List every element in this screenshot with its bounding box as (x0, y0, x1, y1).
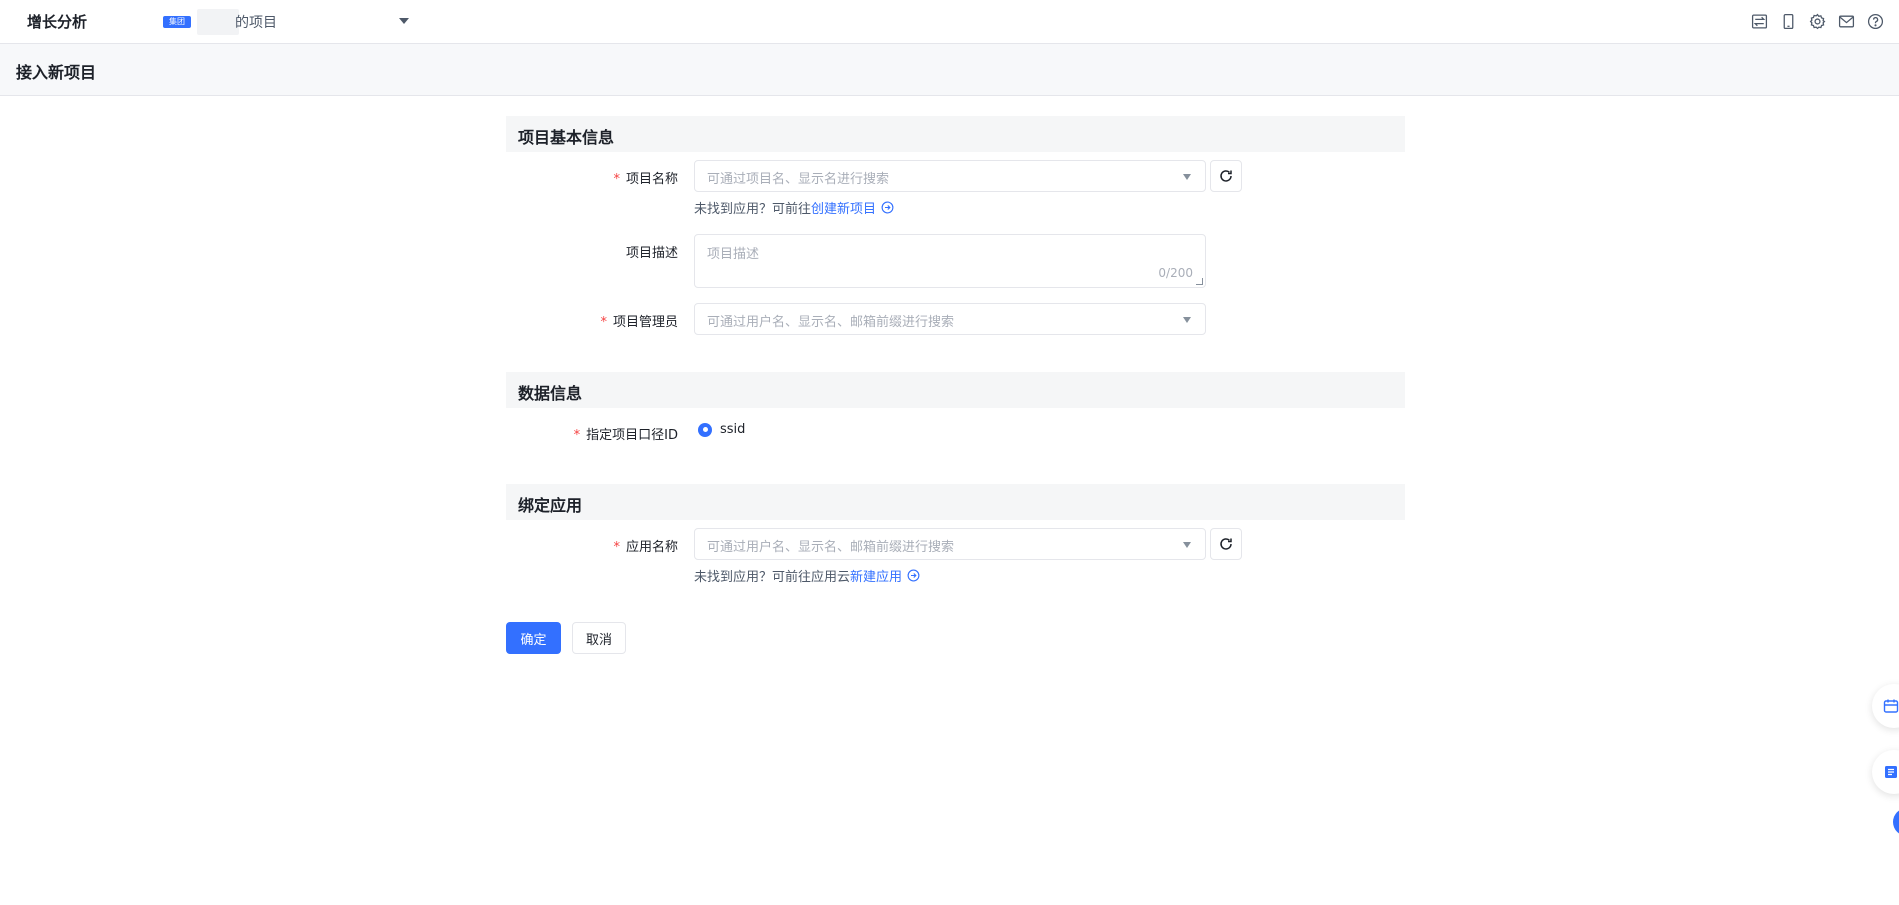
arrow-right-circle-icon[interactable] (881, 201, 894, 214)
project-badge: 集团 (163, 16, 191, 28)
project-desc-label: 项目描述 (625, 246, 678, 261)
gear-icon[interactable] (1808, 12, 1827, 31)
project-admin-label: * 项目管理员 (498, 311, 678, 330)
radio-dot (702, 427, 708, 432)
document-icon (1885, 766, 1897, 778)
resize-handle[interactable] (1196, 278, 1203, 285)
hint-text: 未找到应用？可前往 (694, 202, 812, 217)
mail-icon[interactable] (1837, 12, 1856, 31)
required-mark: * (613, 172, 620, 187)
page-title: 接入新项目 (16, 63, 97, 82)
arrow-right-circle-icon[interactable] (907, 569, 920, 582)
mobile-icon[interactable] (1779, 12, 1798, 31)
app-name-hint: 未找到应用？可前往应用云 新建应用 (694, 566, 920, 585)
id-scope-label: * 指定项目口径ID (498, 424, 678, 443)
floating-assistant-tab[interactable] (1893, 808, 1899, 836)
brand-title: 增长分析 (27, 13, 88, 31)
project-desc-wrapper: 0/200 (694, 234, 1206, 288)
section-title: 数据信息 (518, 384, 583, 403)
required-mark: * (600, 315, 607, 330)
top-toolbar (1750, 12, 1885, 31)
required-mark: * (613, 540, 620, 555)
project-name-select[interactable]: 可通过项目名、显示名进行搜索 (694, 160, 1206, 192)
project-admin-select[interactable]: 可通过用户名、显示名、邮箱前缀进行搜索 (694, 303, 1206, 335)
app-name-label: * 应用名称 (498, 536, 678, 555)
radio-label: ssid (720, 422, 746, 437)
radio-checked[interactable] (698, 422, 712, 437)
page-header: 接入新项目 (0, 44, 1899, 96)
project-switcher[interactable]: 集团 的项目 (163, 9, 409, 35)
label-text: 项目名称 (625, 172, 678, 187)
refresh-icon (1220, 538, 1232, 550)
redacted-block (197, 9, 239, 35)
switch-icon[interactable] (1750, 12, 1769, 31)
floating-document-button[interactable] (1872, 750, 1899, 794)
label-text: 应用名称 (625, 540, 678, 555)
help-icon[interactable] (1866, 12, 1885, 31)
confirm-button[interactable]: 确定 (506, 622, 561, 654)
project-name-label: * 项目名称 (498, 168, 678, 187)
section-basic-info: 项目基本信息 (506, 116, 1405, 152)
label-text: 指定项目口径ID (586, 428, 678, 443)
char-counter: 0/200 (1158, 266, 1193, 280)
caret-down-icon (1183, 174, 1191, 180)
create-app-link[interactable]: 新建应用 (850, 566, 902, 585)
select-placeholder: 可通过项目名、显示名进行搜索 (707, 172, 890, 187)
app-name-refresh-button[interactable] (1210, 528, 1242, 560)
select-placeholder: 可通过用户名、显示名、邮箱前缀进行搜索 (707, 540, 955, 555)
select-placeholder: 可通过用户名、显示名、邮箱前缀进行搜索 (707, 315, 955, 330)
section-bind-app: 绑定应用 (506, 484, 1405, 520)
id-scope-radio-ssid[interactable]: ssid (698, 422, 745, 437)
section-data-info: 数据信息 (506, 372, 1405, 408)
project-switcher-label: 的项目 (235, 15, 277, 31)
floating-calendar-button[interactable] (1872, 684, 1899, 728)
section-title: 项目基本信息 (518, 128, 615, 147)
app-name-select[interactable]: 可通过用户名、显示名、邮箱前缀进行搜索 (694, 528, 1206, 560)
project-name-hint: 未找到应用？可前往 创建新项目 (694, 198, 894, 217)
top-bar: 增长分析 集团 的项目 (0, 0, 1899, 44)
section-title: 绑定应用 (518, 496, 583, 515)
project-desc-textarea[interactable] (695, 235, 1205, 287)
create-project-link[interactable]: 创建新项目 (811, 198, 876, 217)
project-name-refresh-button[interactable] (1210, 160, 1242, 192)
caret-down-icon (1183, 542, 1191, 548)
required-mark: * (573, 428, 581, 443)
label-text: 项目管理员 (612, 315, 678, 330)
refresh-icon (1220, 170, 1232, 182)
caret-down-icon (1183, 317, 1191, 323)
caret-down-icon (399, 18, 409, 24)
cancel-button[interactable]: 取消 (572, 622, 626, 654)
hint-text: 未找到应用？可前往应用云 (694, 570, 851, 585)
calendar-icon (1883, 699, 1899, 713)
